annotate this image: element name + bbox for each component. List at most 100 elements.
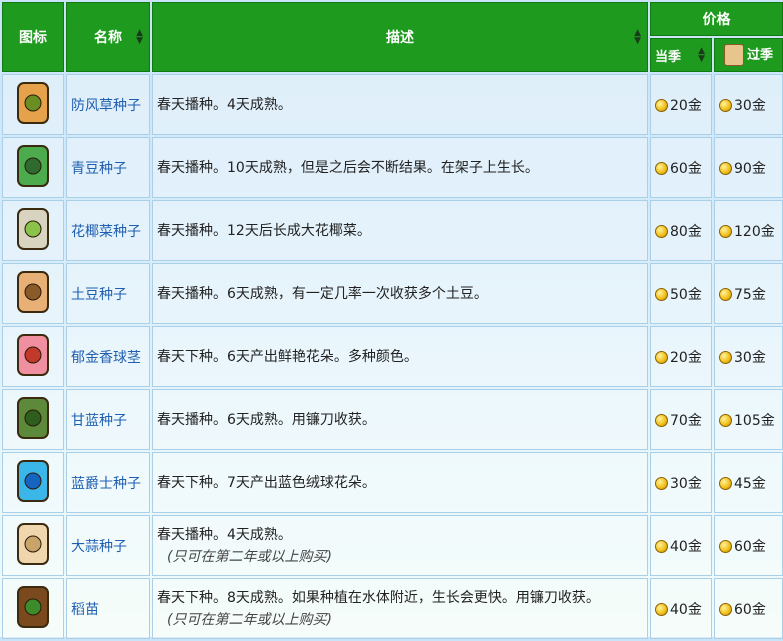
seed-description: 春天下种。6天产出鲜艳花朵。多种颜色。 bbox=[152, 326, 648, 387]
table-row: 青豆种子 春天播种。10天成熟，但是之后会不断结果。在架子上生长。 60金 90… bbox=[2, 137, 783, 198]
description-text: 春天下种。6天产出鲜艳花朵。多种颜色。 bbox=[157, 348, 418, 365]
seed-packet-icon bbox=[17, 522, 49, 565]
out-season-price: 105金 bbox=[714, 389, 783, 450]
seed-packet-icon bbox=[17, 270, 49, 313]
description-text: 春天播种。6天成熟，有一定几率一次收获多个土豆。 bbox=[157, 285, 488, 302]
in-season-price: 50金 bbox=[650, 263, 712, 324]
seed-name[interactable]: 大蒜种子 bbox=[66, 515, 150, 576]
header-icon: 图标 bbox=[2, 2, 64, 72]
table-row: 郁金香球茎 春天下种。6天产出鲜艳花朵。多种颜色。 20金 30金 bbox=[2, 326, 783, 387]
seed-description: 春天下种。8天成熟。如果种植在水体附近，生长会更快。用镰刀收获。 (只可在第二年… bbox=[152, 578, 648, 639]
seed-icon-cell bbox=[2, 452, 64, 513]
header-out-season[interactable]: 过季 bbox=[714, 38, 783, 72]
seed-description: 春天播种。10天成熟，但是之后会不断结果。在架子上生长。 bbox=[152, 137, 648, 198]
in-season-price: 80金 bbox=[650, 200, 712, 261]
header-desc[interactable]: 描述 ▲ ▼ bbox=[152, 2, 648, 72]
coin-icon bbox=[719, 476, 732, 490]
seed-packet-icon bbox=[17, 585, 49, 628]
in-season-price: 30金 bbox=[650, 452, 712, 513]
coin-icon bbox=[655, 350, 668, 364]
in-season-price: 20金 bbox=[650, 74, 712, 135]
scroll-icon bbox=[723, 44, 744, 67]
seed-icon-cell bbox=[2, 200, 64, 261]
seed-description: 春天播种。4天成熟。 (只可在第二年或以上购买) bbox=[152, 515, 648, 576]
description-text: 春天播种。10天成熟，但是之后会不断结果。在架子上生长。 bbox=[157, 159, 539, 176]
description-text: 春天播种。6天成熟。用镰刀收获。 bbox=[157, 411, 376, 428]
seed-packet-icon bbox=[17, 207, 49, 250]
coin-icon bbox=[655, 98, 668, 112]
coin-icon bbox=[655, 413, 668, 427]
seed-description: 春天播种。6天成熟，有一定几率一次收获多个土豆。 bbox=[152, 263, 648, 324]
sort-icon[interactable]: ▲ ▼ bbox=[634, 29, 641, 46]
seed-icon-cell bbox=[2, 263, 64, 324]
header-name[interactable]: 名称 ▲ ▼ bbox=[66, 2, 150, 72]
out-season-price: 60金 bbox=[714, 515, 783, 576]
description-text: 春天下种。8天成熟。如果种植在水体附近，生长会更快。用镰刀收获。 bbox=[157, 589, 600, 606]
coin-icon bbox=[719, 539, 732, 553]
coin-icon bbox=[655, 476, 668, 490]
out-season-price: 90金 bbox=[714, 137, 783, 198]
out-season-price: 45金 bbox=[714, 452, 783, 513]
seed-description: 春天播种。12天后长成大花椰菜。 bbox=[152, 200, 648, 261]
in-season-price: 70金 bbox=[650, 389, 712, 450]
seed-packet-icon bbox=[17, 459, 49, 502]
coin-icon bbox=[719, 287, 732, 301]
in-season-price: 40金 bbox=[650, 515, 712, 576]
availability-note: (只可在第二年或以上购买) bbox=[167, 548, 332, 565]
in-season-price: 20金 bbox=[650, 326, 712, 387]
in-season-price: 60金 bbox=[650, 137, 712, 198]
table-row: 土豆种子 春天播种。6天成熟，有一定几率一次收获多个土豆。 50金 75金 bbox=[2, 263, 783, 324]
description-text: 春天下种。7天产出蓝色绒球花朵。 bbox=[157, 474, 376, 491]
seed-description: 春天播种。6天成熟。用镰刀收获。 bbox=[152, 389, 648, 450]
coin-icon bbox=[655, 287, 668, 301]
seed-description: 春天下种。7天产出蓝色绒球花朵。 bbox=[152, 452, 648, 513]
coin-icon bbox=[719, 98, 732, 112]
seed-name[interactable]: 土豆种子 bbox=[66, 263, 150, 324]
sort-icon[interactable]: ▲ ▼ bbox=[698, 47, 705, 64]
table-row: 防风草种子 春天播种。4天成熟。 20金 30金 bbox=[2, 74, 783, 135]
coin-icon bbox=[655, 539, 668, 553]
seed-description: 春天播种。4天成熟。 bbox=[152, 74, 648, 135]
availability-note: (只可在第二年或以上购买) bbox=[167, 611, 332, 628]
seed-name[interactable]: 蓝爵士种子 bbox=[66, 452, 150, 513]
seed-icon-cell bbox=[2, 389, 64, 450]
seed-icon-cell bbox=[2, 578, 64, 639]
table-row: 稻苗 春天下种。8天成熟。如果种植在水体附近，生长会更快。用镰刀收获。 (只可在… bbox=[2, 578, 783, 639]
seed-name[interactable]: 防风草种子 bbox=[66, 74, 150, 135]
coin-icon bbox=[655, 161, 668, 175]
coin-icon bbox=[719, 350, 732, 364]
seed-packet-icon bbox=[17, 333, 49, 376]
coin-icon bbox=[719, 224, 732, 238]
coin-icon bbox=[655, 224, 668, 238]
description-text: 春天播种。4天成熟。 bbox=[157, 526, 292, 543]
out-season-price: 75金 bbox=[714, 263, 783, 324]
seed-icon-cell bbox=[2, 515, 64, 576]
seed-icon-cell bbox=[2, 74, 64, 135]
table-row: 花椰菜种子 春天播种。12天后长成大花椰菜。 80金 120金 bbox=[2, 200, 783, 261]
seed-name[interactable]: 郁金香球茎 bbox=[66, 326, 150, 387]
in-season-price: 40金 bbox=[650, 578, 712, 639]
seed-name[interactable]: 青豆种子 bbox=[66, 137, 150, 198]
description-text: 春天播种。12天后长成大花椰菜。 bbox=[157, 222, 371, 239]
seed-packet-icon bbox=[17, 144, 49, 187]
out-season-price: 30金 bbox=[714, 74, 783, 135]
out-season-price: 60金 bbox=[714, 578, 783, 639]
seed-name[interactable]: 花椰菜种子 bbox=[66, 200, 150, 261]
header-in-season[interactable]: 当季 ▲ ▼ bbox=[650, 38, 712, 72]
coin-icon bbox=[719, 413, 732, 427]
seed-packet-icon bbox=[17, 396, 49, 439]
table-row: 甘蓝种子 春天播种。6天成熟。用镰刀收获。 70金 105金 bbox=[2, 389, 783, 450]
coin-icon bbox=[719, 161, 732, 175]
description-text: 春天播种。4天成熟。 bbox=[157, 96, 292, 113]
seed-name[interactable]: 甘蓝种子 bbox=[66, 389, 150, 450]
table-row: 大蒜种子 春天播种。4天成熟。 (只可在第二年或以上购买) 40金 60金 bbox=[2, 515, 783, 576]
coin-icon bbox=[719, 602, 732, 616]
seed-name[interactable]: 稻苗 bbox=[66, 578, 150, 639]
sort-icon[interactable]: ▲ ▼ bbox=[136, 29, 143, 46]
seed-icon-cell bbox=[2, 326, 64, 387]
seed-table: 图标 名称 ▲ ▼ 描述 ▲ ▼ 价格 当季 ▲ ▼ 过季 防风草种子 春天播种。4天成熟。… bbox=[0, 0, 783, 641]
out-season-price: 30金 bbox=[714, 326, 783, 387]
seed-icon-cell bbox=[2, 137, 64, 198]
seed-packet-icon bbox=[17, 81, 49, 124]
coin-icon bbox=[655, 602, 668, 616]
